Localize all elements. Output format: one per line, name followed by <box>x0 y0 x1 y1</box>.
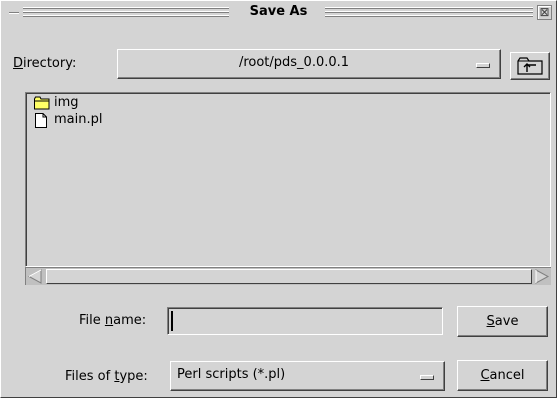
save-button[interactable]: Save <box>457 306 548 337</box>
horizontal-scrollbar[interactable] <box>25 267 551 285</box>
dropdown-icon <box>476 63 490 68</box>
save-as-dialog: Save As ⊠ Directory: /root/pds_0.0.0.1 i… <box>0 0 557 398</box>
file-icon <box>35 113 47 128</box>
file-name-input[interactable] <box>171 311 439 331</box>
folder-up-icon <box>517 57 543 75</box>
file-name: img <box>54 95 79 110</box>
file-type-value: Perl scripts (*.pl) <box>177 367 286 382</box>
file-type-combo[interactable]: Perl scripts (*.pl) <box>170 361 445 391</box>
parent-directory-button[interactable] <box>510 52 550 80</box>
dropdown-icon <box>420 375 434 380</box>
folder-icon <box>34 96 50 110</box>
scroll-right-icon[interactable] <box>533 268 551 285</box>
file-name: main.pl <box>54 112 103 127</box>
scroll-thumb[interactable] <box>46 269 532 284</box>
file-list[interactable]: img main.pl <box>25 92 551 267</box>
file-name-label: File name: <box>79 313 147 328</box>
cancel-button[interactable]: Cancel <box>457 360 548 391</box>
close-icon: ⊠ <box>539 5 550 19</box>
file-type-label: Files of type: <box>65 369 148 384</box>
list-item-folder[interactable]: img <box>32 95 79 111</box>
directory-label: Directory: <box>13 56 77 71</box>
title-bar[interactable]: Save As ⊠ <box>3 3 554 23</box>
directory-combo[interactable]: /root/pds_0.0.0.1 <box>117 49 501 79</box>
list-item-file[interactable]: main.pl <box>32 112 102 128</box>
directory-value: /root/pds_0.0.0.1 <box>238 55 350 70</box>
file-name-field[interactable] <box>167 307 443 335</box>
window-title: Save As <box>245 4 312 19</box>
close-button[interactable]: ⊠ <box>537 5 552 20</box>
scroll-left-icon[interactable] <box>26 268 44 285</box>
